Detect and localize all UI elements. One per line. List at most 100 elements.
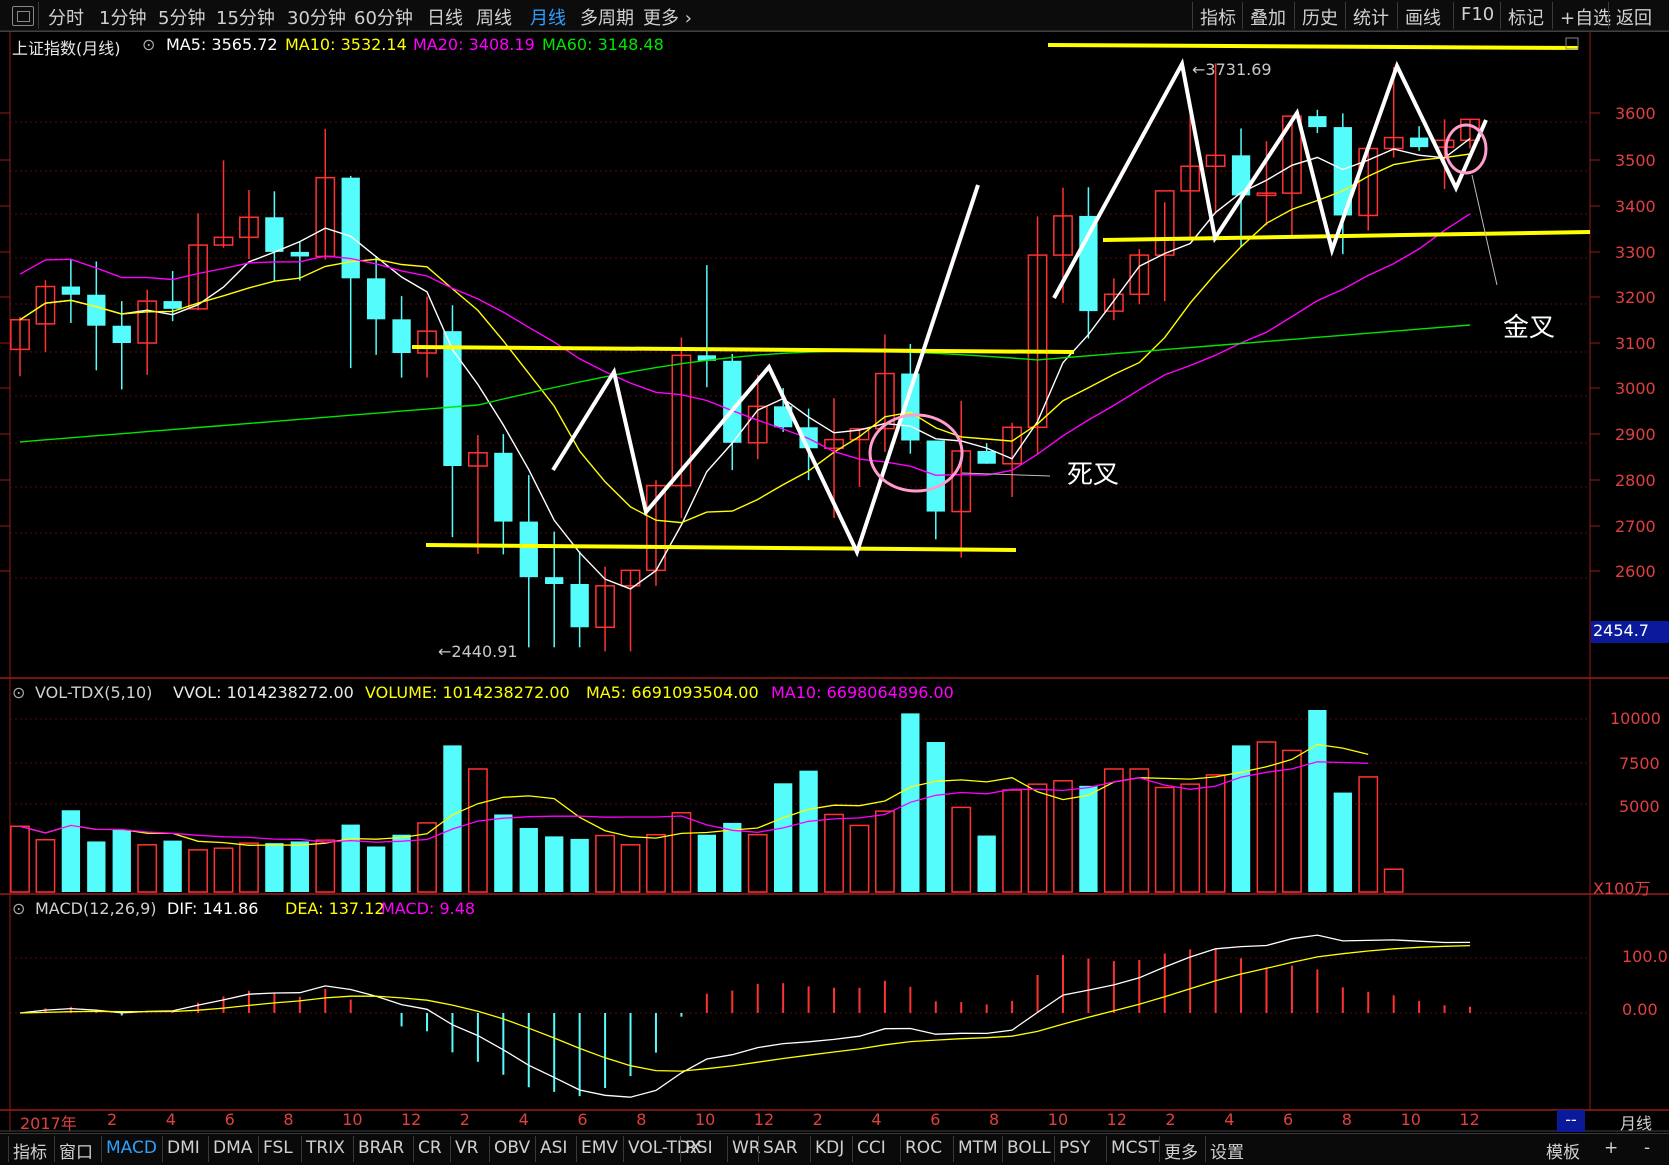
candle-body-down [545, 577, 564, 584]
volume-bar-down [1231, 745, 1251, 892]
price-tick-label: 3600 [1615, 104, 1656, 123]
price-tick-label: 2800 [1615, 471, 1656, 490]
indicator-tab-5[interactable]: FSL [263, 1138, 293, 1158]
volume-bar-down [61, 810, 81, 892]
volume-bar-down [774, 783, 793, 892]
volume-indicator-name: VOL-TDX(5,10) [35, 683, 153, 702]
volume-bar-down [341, 824, 360, 892]
volume-bar-up [951, 806, 972, 893]
candle-body-down [265, 217, 284, 252]
volume-bar-up [1129, 768, 1150, 893]
volume-bar-down [570, 838, 589, 892]
support-line-upper [1102, 230, 1591, 242]
volume-ma5-line [19, 743, 1369, 846]
macd-settings-icon[interactable]: ⊙ [12, 899, 25, 918]
volume-bar-up [1282, 749, 1302, 893]
volume-bar-up [239, 842, 259, 893]
volume-bar-down [519, 827, 538, 892]
indicator-tab-19[interactable]: ROC [905, 1138, 942, 1158]
indicator-tab-3[interactable]: DMI [167, 1138, 200, 1158]
volume-ma10-line [19, 761, 1369, 843]
date-tick-label: 4 [518, 1110, 529, 1129]
indicator-tab-8[interactable]: CR [418, 1138, 442, 1158]
resistance-line-top [1047, 43, 1579, 50]
indicator-tab-2[interactable]: MACD [106, 1138, 157, 1158]
indicator-tab-7[interactable]: BRAR [358, 1138, 404, 1158]
ma5-line [19, 138, 1471, 590]
indicator-tab-11[interactable]: ASI [540, 1138, 567, 1158]
date-tick-label: 8 [989, 1110, 1000, 1129]
volume-bar-up [467, 768, 488, 893]
volume-bar-up [35, 839, 56, 893]
candle-body-down [87, 294, 106, 326]
volume-bar-down [163, 840, 182, 892]
price-tick-label: 3200 [1615, 288, 1656, 307]
volume-unit: X100万 [1593, 879, 1651, 898]
indicator-tab-17[interactable]: KDJ [815, 1138, 844, 1158]
indicator-tab-12[interactable]: EMV [581, 1138, 618, 1158]
candle-body-down [494, 452, 513, 522]
candle-body-down [290, 251, 309, 257]
low-price-label: ←2440.91 [438, 642, 518, 661]
indicator-tab-23[interactable]: MCST [1111, 1138, 1159, 1158]
volume-tick-label: 5000 [1619, 797, 1660, 816]
volume-bar-down [392, 834, 411, 892]
indicator-tab-10[interactable]: OBV [494, 1138, 530, 1158]
macd-value: MACD: 9.48 [381, 899, 476, 918]
price-tick-label: 2900 [1615, 425, 1656, 444]
indicator-tab-25[interactable]: 设置 [1210, 1138, 1244, 1163]
period-box: -- [1557, 1110, 1585, 1132]
date-tick-label: 8 [283, 1110, 294, 1129]
volume-bar-up [646, 833, 666, 893]
volume-bar-down [926, 742, 945, 892]
ma20-value: MA20: 3408.19 [413, 35, 535, 54]
volume-bar-up [315, 839, 336, 893]
high-price-label: ←3731.69 [1192, 60, 1272, 79]
volume-bar-up [1205, 774, 1226, 893]
indicator-tab-4[interactable]: DMA [213, 1138, 252, 1158]
indicator-tab-0[interactable]: 指标 [13, 1138, 47, 1163]
dif-value: DIF: 141.86 [167, 899, 259, 918]
volume-settings-icon[interactable]: ⊙ [12, 683, 25, 702]
volume-bar-down [799, 770, 818, 892]
date-tick-label: 6 [577, 1110, 588, 1129]
volume-ma10-value: MA10: 6698064896.00 [771, 683, 954, 702]
indicator-tab-22[interactable]: PSY [1059, 1138, 1090, 1158]
indicator-tab-21[interactable]: BOLL [1007, 1138, 1051, 1158]
volume-bar-up [747, 833, 768, 893]
indicator-tab-14[interactable]: RSI [685, 1138, 713, 1158]
ma20-line [19, 213, 1471, 477]
volume-bar-up [188, 849, 208, 893]
volume-bar-down [545, 836, 564, 892]
date-tick-label: 12 [753, 1110, 775, 1129]
dea-value: DEA: 137.12 [285, 899, 385, 918]
ma60-value: MA60: 3148.48 [542, 35, 664, 54]
settings-gear-icon[interactable]: ⊙ [142, 35, 155, 54]
kline-chart[interactable] [0, 0, 1669, 1164]
date-tick-label: 10 [342, 1110, 363, 1129]
bottom-right-button-2[interactable]: - [1644, 1138, 1650, 1158]
volume-tick-label: 7500 [1619, 754, 1660, 773]
indicator-tab-9[interactable]: VR [455, 1138, 478, 1158]
bottom-right-button-1[interactable]: + [1604, 1138, 1618, 1158]
date-tick-label: 6 [224, 1110, 235, 1129]
volume-ma5-value: MA5: 6691093504.00 [586, 683, 759, 702]
volume-bar-down [697, 834, 716, 892]
indicator-tab-18[interactable]: CCI [857, 1138, 886, 1158]
bottom-right-button-0[interactable]: 模板 [1546, 1138, 1580, 1163]
date-tick-label: 10 [1047, 1110, 1069, 1129]
indicator-tab-15[interactable]: WR [732, 1138, 761, 1158]
indicator-tab-1[interactable]: 窗口 [59, 1138, 93, 1163]
golden-cross-annotation: 金叉 [1503, 313, 1556, 343]
indicator-tab-16[interactable]: SAR [763, 1138, 798, 1158]
date-tick-label: 2 [812, 1110, 823, 1129]
indicator-tab-20[interactable]: MTM [958, 1138, 998, 1158]
volume-bar-up [1180, 783, 1201, 893]
indicator-tab-6[interactable]: TRIX [306, 1138, 345, 1158]
indicator-tab-24[interactable]: 更多 [1164, 1138, 1198, 1163]
macd-tick-label: 100.0 [1622, 947, 1668, 966]
date-tick-label: 12 [401, 1110, 422, 1129]
ma10-value: MA10: 3532.14 [285, 35, 407, 54]
price-tick-label: 2700 [1615, 517, 1656, 536]
ma60-line [19, 324, 1471, 443]
